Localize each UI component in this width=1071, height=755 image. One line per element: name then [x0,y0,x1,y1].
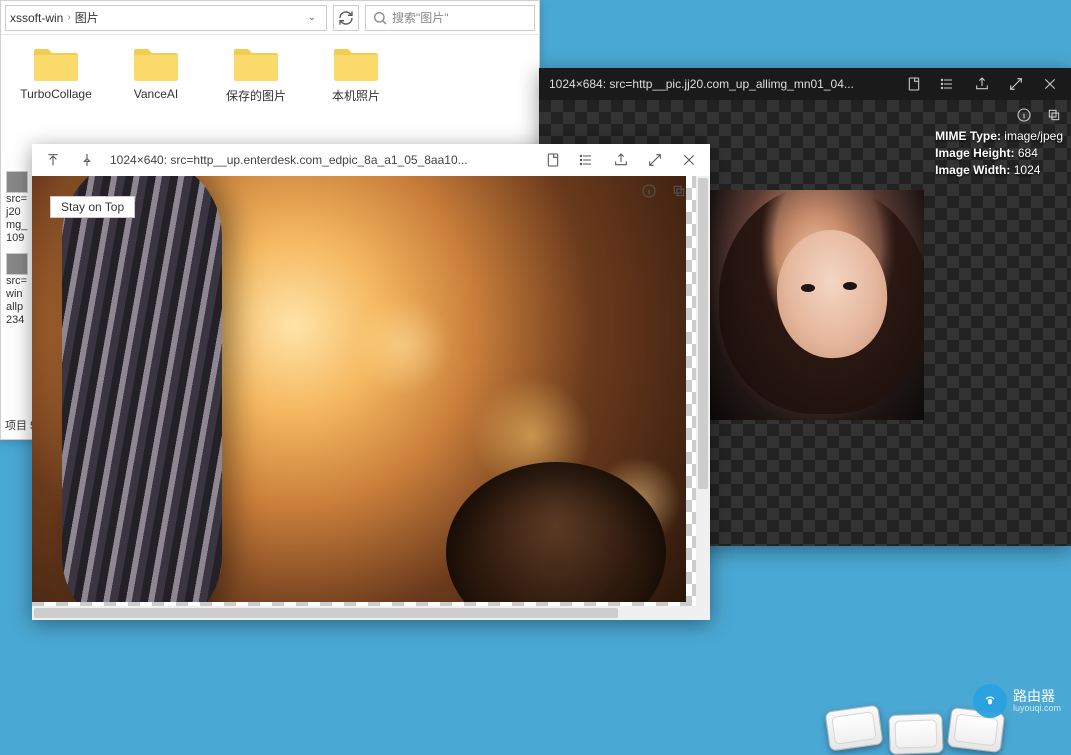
thumb-preview [6,253,28,275]
info-icon[interactable] [1011,102,1037,128]
breadcrumb-segment[interactable]: xssoft-win [10,11,63,25]
window-title: 1024×684: src=http__pic.jj20.com_up_alli… [543,77,897,91]
thumb-preview [6,171,28,193]
upload-icon[interactable] [36,144,70,176]
content-area: Stay on Top [32,176,710,620]
layers-icon[interactable] [1041,102,1067,128]
share-icon[interactable] [604,144,638,176]
folder-icon [31,45,81,83]
explorer-toolbar: xssoft-win › 图片 ⌄ 搜索"图片" [1,1,539,35]
image-viewer-light: 1024×640: src=http__up.enterdesk.com_edp… [32,144,710,620]
breadcrumb-segment[interactable]: 图片 [75,9,99,26]
window-title: 1024×640: src=http__up.enterdesk.com_edp… [104,153,536,167]
refresh-button[interactable] [333,5,359,31]
layers-icon[interactable] [666,178,692,204]
folder-icon [231,45,281,83]
image-coffee [32,176,686,602]
newpage-icon[interactable] [536,144,570,176]
router-icon [973,684,1007,718]
keycap-decor [824,704,883,751]
watermark-sub: luyouqi.com [1013,703,1061,713]
expand-icon[interactable] [999,68,1033,100]
folder-item[interactable]: 本机照片 [306,45,406,104]
folder-label: 本机照片 [332,87,380,104]
titlebar[interactable]: 1024×684: src=http__pic.jj20.com_up_alli… [539,68,1071,100]
image-portrait [709,190,924,420]
image-canvas[interactable]: Stay on Top [32,176,696,606]
vertical-scrollbar[interactable] [696,176,710,620]
titlebar[interactable]: 1024×640: src=http__up.enterdesk.com_edp… [32,144,710,176]
horizontal-scrollbar[interactable] [32,606,696,620]
image-metadata: MIME Type: image/jpeg Image Height: 684 … [935,128,1063,179]
search-placeholder: 搜索"图片" [392,9,449,26]
folder-icon [331,45,381,83]
folder-item[interactable]: 保存的图片 [206,45,306,104]
share-icon[interactable] [965,68,999,100]
stay-on-top-tooltip: Stay on Top [50,196,135,218]
list-icon[interactable] [931,68,965,100]
chevron-down-icon[interactable]: ⌄ [302,10,322,25]
folder-item[interactable]: TurboCollage [6,45,106,104]
chevron-right-icon: › [67,12,70,23]
folder-label: 保存的图片 [226,87,286,104]
list-icon[interactable] [570,144,604,176]
keycap-decor [888,713,943,755]
folder-icon [131,45,181,83]
search-icon [372,10,388,26]
folder-label: VanceAI [134,87,178,101]
address-bar[interactable]: xssoft-win › 图片 ⌄ [5,5,327,31]
folder-item[interactable]: VanceAI [106,45,206,104]
refresh-icon [338,10,354,26]
search-input[interactable]: 搜索"图片" [365,5,535,31]
newpage-icon[interactable] [897,68,931,100]
folder-label: TurboCollage [20,87,92,101]
breadcrumb: xssoft-win › 图片 [10,9,302,26]
watermark-title: 路由器 [1013,689,1061,703]
pin-icon[interactable] [70,144,104,176]
close-button[interactable] [1033,68,1067,100]
close-button[interactable] [672,144,706,176]
expand-icon[interactable] [638,144,672,176]
folder-grid: TurboCollage VanceAI 保存的图片 本机照片 [1,35,539,114]
info-icon[interactable] [636,178,662,204]
watermark: 路由器 luyouqi.com [973,684,1061,718]
